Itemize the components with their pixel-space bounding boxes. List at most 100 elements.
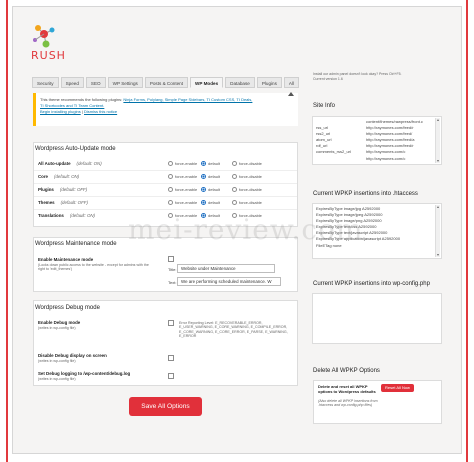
auto-update-radio-force-enable[interactable]: force-enable bbox=[168, 186, 197, 192]
radio-dot[interactable] bbox=[201, 199, 206, 205]
auto-update-row-default: (default: ON) bbox=[69, 213, 96, 218]
site-info-box: content/themes/rawpress/front.c rss_url ht… bbox=[312, 116, 442, 165]
radio-dot[interactable] bbox=[201, 173, 206, 179]
site-info-list: content/themes/rawpress/front.c rss_url ht… bbox=[313, 117, 441, 164]
watermark: mei-review.com bbox=[128, 213, 364, 246]
tab-wp-modes[interactable]: WP Modes bbox=[190, 77, 224, 88]
radio-label: force-disable bbox=[239, 199, 262, 205]
tab-seo[interactable]: SEO bbox=[85, 77, 106, 88]
debug-log-checkbox[interactable] bbox=[168, 373, 174, 379]
site-info-value: http://raymones.com/feed/r bbox=[366, 125, 414, 131]
debug-title: Wordpress Debug mode bbox=[35, 305, 100, 311]
tab-posts-content[interactable]: Posts & Content bbox=[144, 77, 189, 88]
tab-security[interactable]: Security bbox=[32, 77, 59, 88]
left-red-border bbox=[6, 0, 8, 462]
site-info-value: http://raymones.com/feed/a bbox=[366, 137, 415, 143]
site-info-scrollbar[interactable] bbox=[435, 118, 440, 163]
auto-update-radio-force-disable[interactable]: force-disable bbox=[232, 186, 262, 192]
tab-wp-settings[interactable]: WP Settings bbox=[107, 77, 143, 88]
tab-plugins[interactable]: Plugins bbox=[256, 77, 282, 88]
dismiss-notice-link[interactable]: Dismiss this notice bbox=[84, 109, 117, 114]
notice-separator: | bbox=[81, 109, 83, 114]
reset-all-button[interactable]: Reset All Now bbox=[381, 384, 414, 392]
auto-update-row-default: (default: OFF) bbox=[60, 200, 88, 205]
htaccess-scrollbar[interactable] bbox=[435, 205, 440, 257]
auto-update-row-name: Plugins bbox=[38, 187, 54, 192]
scroll-down-icon[interactable] bbox=[437, 254, 439, 256]
auto-update-title: Wordpress Auto-Update mode bbox=[35, 146, 116, 152]
begin-installing-link[interactable]: Begin installing plugins bbox=[40, 109, 81, 114]
debug-enable-checkbox[interactable] bbox=[168, 320, 174, 326]
debug-log-desc: (writes in wp-config file) bbox=[38, 377, 76, 381]
radio-label: force-disable bbox=[239, 186, 262, 192]
maintenance-text-field[interactable]: We are performing scheduled maintenance.… bbox=[177, 277, 281, 286]
debug-display-label: Disable Debug display on screen bbox=[38, 353, 107, 358]
radio-dot[interactable] bbox=[232, 199, 237, 205]
site-info-value: http://raymones.com/feed/ bbox=[366, 131, 413, 137]
auto-update-radio-default[interactable]: default bbox=[201, 160, 221, 166]
auto-update-radio-force-disable[interactable]: force-disable bbox=[232, 199, 262, 205]
wpconfig-box[interactable] bbox=[312, 293, 442, 344]
auto-update-radio-force-enable[interactable]: force-enable bbox=[168, 160, 198, 166]
radio-label: default bbox=[208, 160, 221, 166]
auto-update-radio-default[interactable]: default bbox=[201, 199, 221, 205]
radio-label: force-enable bbox=[175, 160, 198, 166]
notice-text: This theme recommends the following plug… bbox=[40, 97, 123, 102]
auto-update-radio-force-disable[interactable]: force-disable bbox=[232, 173, 262, 179]
notice-plugins-link-2[interactable]: TI Shortcodes and TI Team Content. bbox=[40, 103, 104, 108]
auto-update-row-label: Themes (default: OFF) bbox=[38, 200, 88, 205]
row-divider bbox=[34, 183, 297, 184]
delete-title: Delete All WPKP Options bbox=[313, 368, 380, 374]
debug-display-desc: (writes in wp-config file) bbox=[38, 359, 76, 363]
radio-dot[interactable] bbox=[232, 173, 237, 179]
maintenance-enable-checkbox[interactable] bbox=[168, 256, 174, 262]
auto-update-row-label: Translations (default: ON) bbox=[38, 213, 95, 218]
auto-update-radio-force-enable[interactable]: force-enable bbox=[168, 199, 197, 205]
debug-display-checkbox[interactable] bbox=[168, 355, 174, 361]
radio-dot[interactable] bbox=[168, 199, 173, 205]
auto-update-row-name: Themes bbox=[38, 200, 55, 205]
radio-label: force-disable bbox=[239, 160, 262, 166]
radio-dot[interactable] bbox=[232, 186, 237, 192]
notice-plugins-link[interactable]: Ninja Forms, Polylang, Simple Page Sideb… bbox=[123, 97, 252, 102]
auto-update-row-default: (default: ON) bbox=[54, 174, 80, 179]
tab-database[interactable]: Database bbox=[225, 77, 255, 88]
debug-log-label: Set Debug logging to /wp-content/debug.l… bbox=[38, 371, 131, 376]
delete-text: Delete and reset all WPKP options to Wor… bbox=[318, 384, 376, 394]
delete-box: Delete and reset all WPKP options to Wor… bbox=[313, 380, 442, 424]
top-note: Install our admin panel doesn't look oka… bbox=[313, 72, 453, 82]
radio-dot[interactable] bbox=[168, 186, 173, 192]
debug-error-line3: E_CORE_WARNING, E_CORE_ERROR, E_PARSE, E… bbox=[179, 329, 288, 334]
auto-update-radio-force-disable[interactable]: force-disable bbox=[232, 160, 262, 166]
tab-speed[interactable]: Speed bbox=[60, 77, 84, 88]
maintenance-title-label: Title: bbox=[168, 267, 177, 272]
site-info-title: Site Info bbox=[313, 103, 336, 109]
auto-update-row-default: (default: ON) bbox=[76, 161, 102, 166]
auto-update-radio-default[interactable]: default bbox=[201, 173, 220, 179]
radio-dot[interactable] bbox=[232, 160, 237, 166]
radio-dot[interactable] bbox=[201, 186, 206, 192]
radio-dot[interactable] bbox=[201, 160, 206, 166]
collapse-notice-icon[interactable] bbox=[288, 92, 294, 96]
auto-update-radio-force-enable[interactable]: force-enable bbox=[168, 173, 197, 179]
scroll-up-icon[interactable] bbox=[437, 119, 439, 121]
debug-enable-label: Enable Debug mode bbox=[38, 320, 81, 325]
auto-update-radio-default[interactable]: default bbox=[201, 186, 221, 192]
save-all-options-button[interactable]: Save All Options bbox=[129, 397, 202, 416]
site-info-value: http://raymones.com/c bbox=[366, 155, 406, 161]
row-divider bbox=[34, 196, 297, 197]
tab-all[interactable]: All bbox=[283, 77, 300, 88]
radio-dot[interactable] bbox=[168, 173, 173, 179]
debug-error-line4: E_ERROR bbox=[179, 334, 197, 339]
radio-label: default bbox=[208, 199, 221, 205]
maintenance-text-label: Text: bbox=[168, 280, 177, 285]
right-red-border bbox=[466, 0, 468, 462]
scroll-up-icon[interactable] bbox=[437, 206, 439, 208]
debug-error-levels: Error Reporting Level: E_RECOVERABLE_ERR… bbox=[179, 321, 297, 339]
site-info-value: http://raymones.com/c bbox=[366, 149, 406, 155]
radio-dot[interactable] bbox=[168, 160, 173, 166]
scroll-down-icon[interactable] bbox=[437, 160, 439, 162]
radio-label: default bbox=[208, 186, 221, 192]
maintenance-title-field[interactable]: Website under Maintenance bbox=[177, 264, 275, 273]
settings-tabs: Security Speed SEO WP Settings Posts & C… bbox=[32, 77, 300, 88]
